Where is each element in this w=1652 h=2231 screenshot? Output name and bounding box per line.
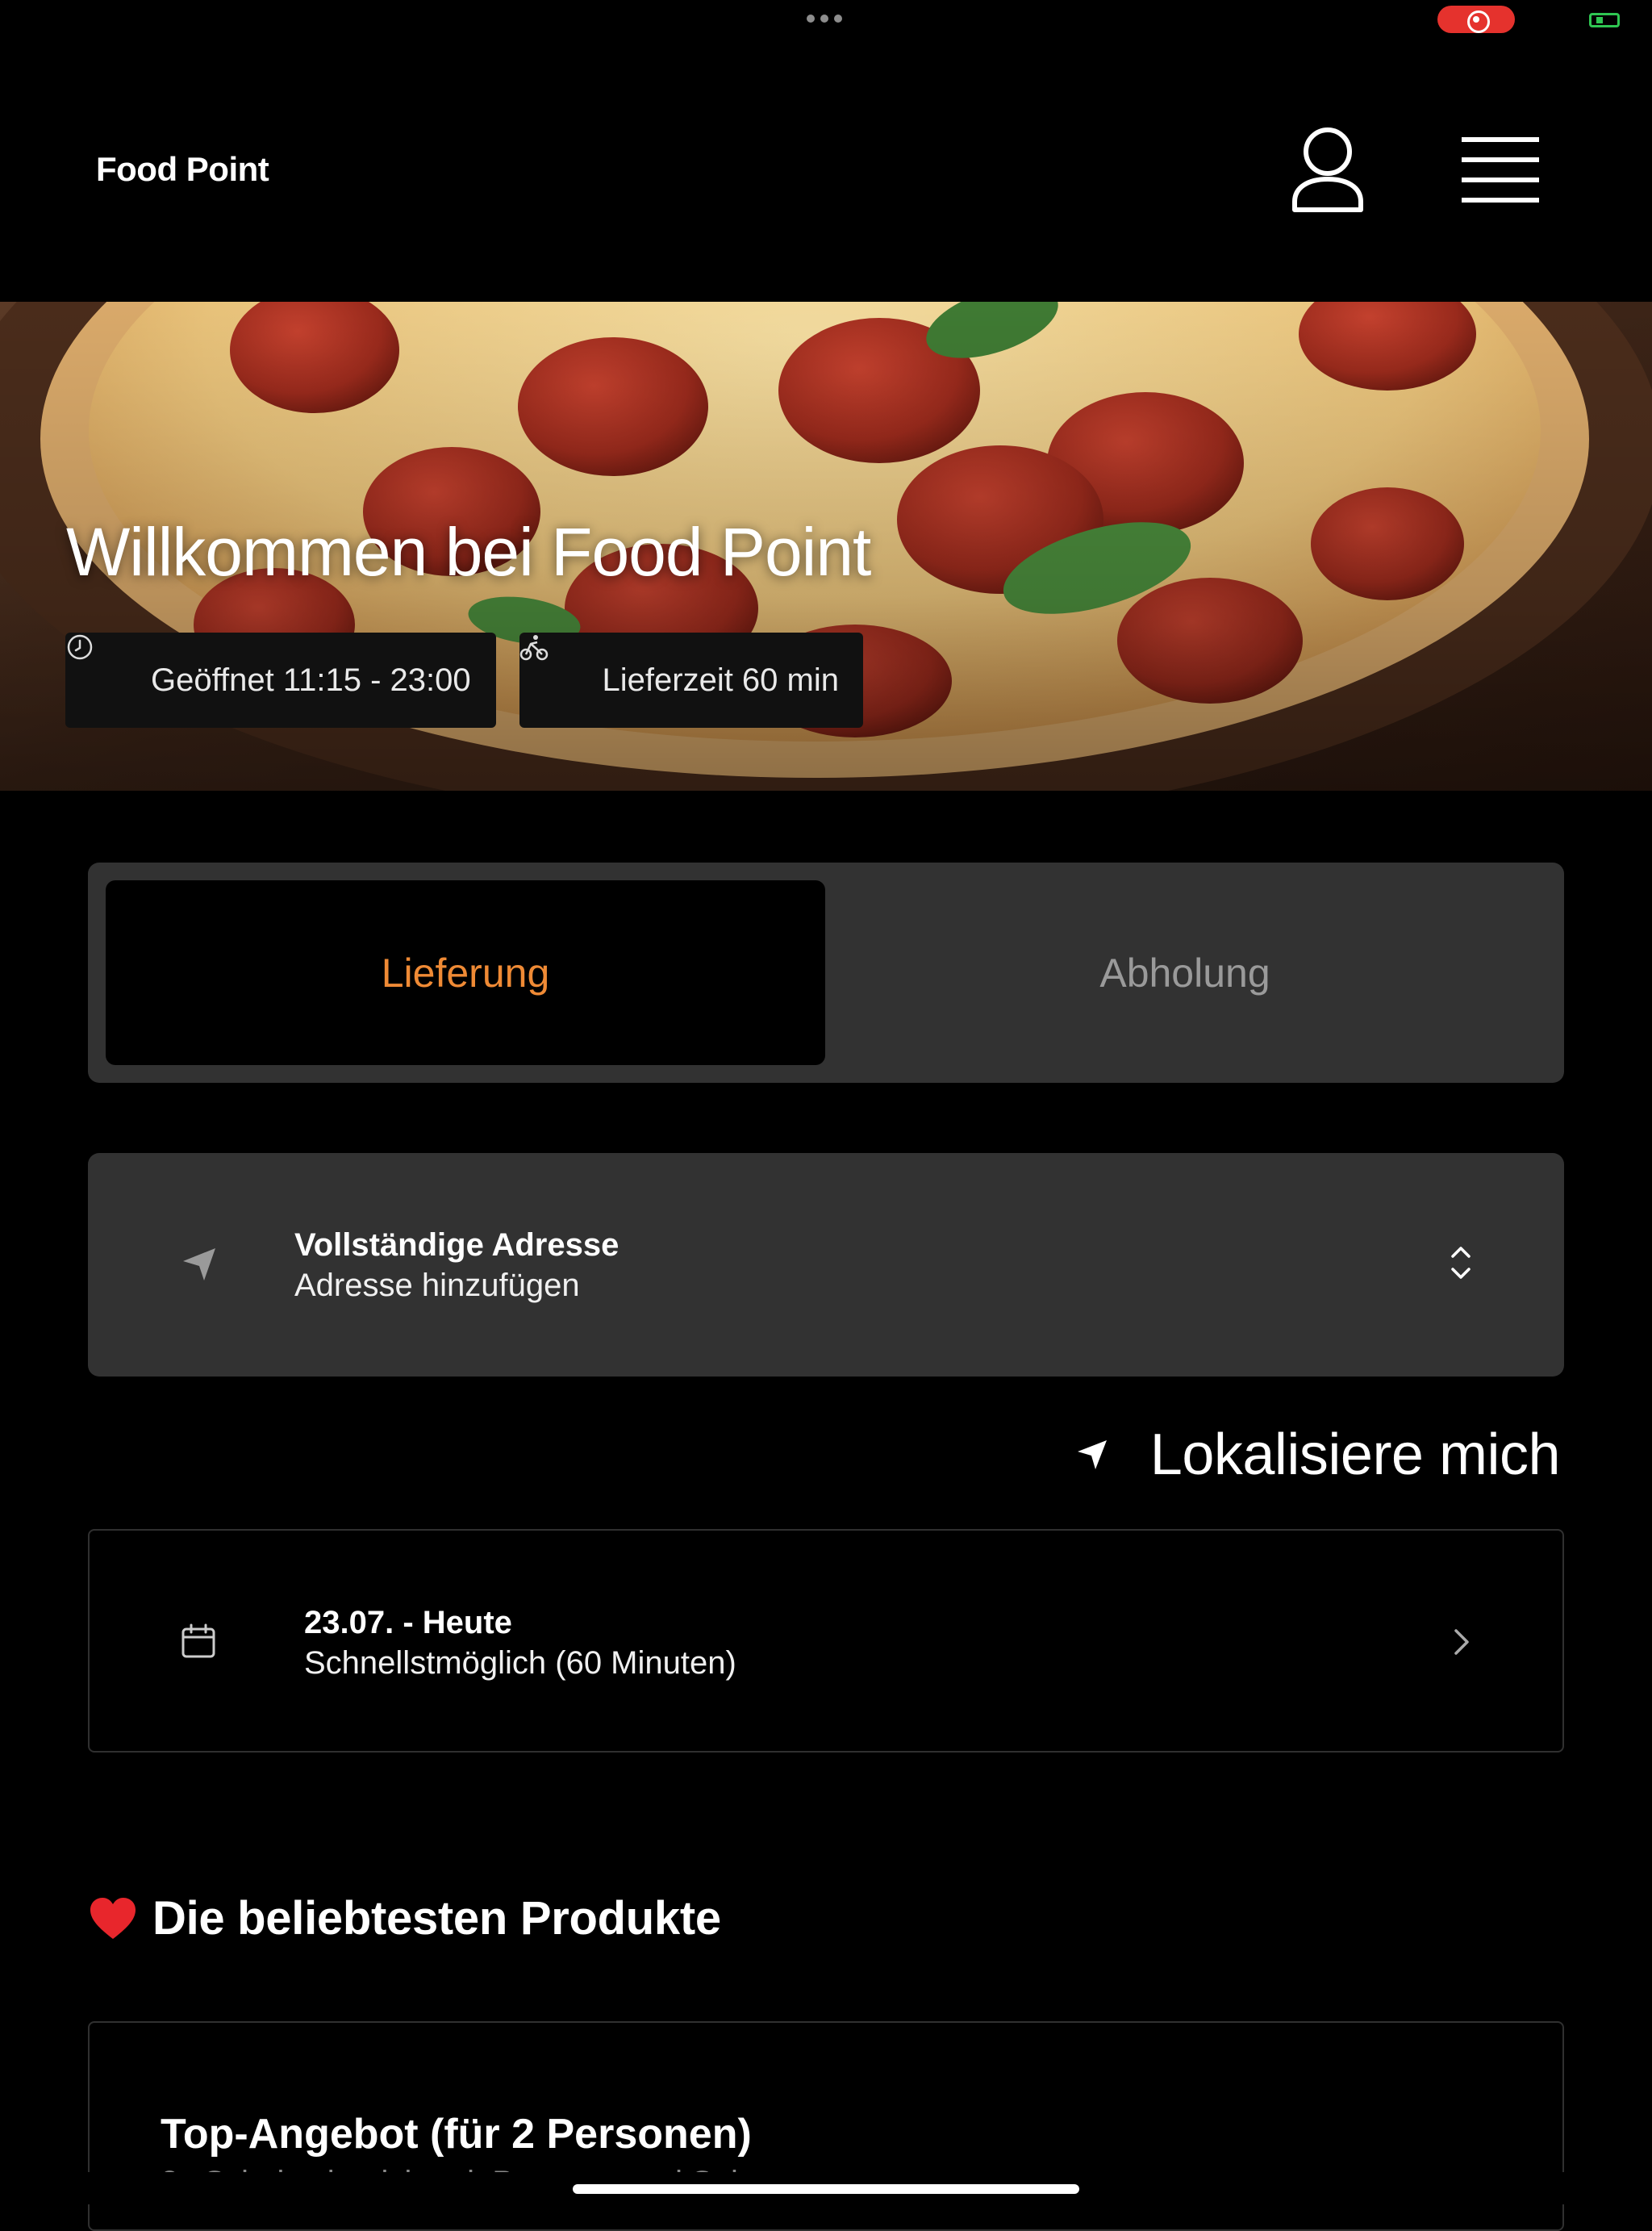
status-bar bbox=[0, 0, 1652, 39]
navigation-arrow-icon bbox=[1077, 1440, 1107, 1469]
product-name: Top-Angebot (für 2 Personen) bbox=[161, 2111, 752, 2158]
popular-products-header: Die beliebtesten Produkte bbox=[88, 1891, 721, 1945]
home-indicator[interactable] bbox=[573, 2184, 1079, 2194]
calendar-icon bbox=[181, 1623, 215, 1658]
address-title: Vollständige Adresse bbox=[294, 1227, 620, 1263]
app-brand: Food Point bbox=[96, 150, 269, 188]
hero-title: Willkommen bei Food Point bbox=[66, 514, 871, 590]
hamburger-menu-icon bbox=[1462, 137, 1539, 203]
chevron-right-icon bbox=[1454, 1629, 1469, 1655]
locate-me-label: Lokalisiere mich bbox=[1149, 1423, 1561, 1487]
delivery-time-selector[interactable]: 23.07. - Heute Schnellstmöglich (60 Minu… bbox=[88, 1529, 1564, 1753]
delivery-time-text: Lieferzeit 60 min bbox=[602, 662, 839, 698]
opening-hours-badge: Geöffnet 11:15 - 23:00 bbox=[65, 633, 496, 728]
chevron-up-down-icon bbox=[1451, 1247, 1471, 1279]
delivery-time-option: Schnellstmöglich (60 Minuten) bbox=[304, 1645, 736, 1681]
menu-button[interactable] bbox=[1460, 134, 1541, 207]
clock-icon bbox=[67, 634, 127, 695]
tab-pickup[interactable]: Abholung bbox=[825, 880, 1545, 1065]
battery-icon bbox=[1589, 13, 1620, 27]
hero-banner: Willkommen bei Food Point Geöffnet 11:15… bbox=[0, 302, 1652, 791]
screen-recording-indicator bbox=[1437, 6, 1515, 33]
address-selector[interactable]: Vollständige Adresse Adresse hinzufügen bbox=[88, 1153, 1564, 1377]
locate-me-button[interactable]: Lokalisiere mich bbox=[1074, 1422, 1561, 1488]
order-mode-toggle: Lieferung Abholung bbox=[88, 863, 1564, 1083]
multitasking-dots-icon[interactable] bbox=[807, 15, 842, 23]
profile-button[interactable] bbox=[1289, 126, 1366, 216]
heart-icon bbox=[90, 1897, 136, 1939]
navigation-arrow-icon bbox=[183, 1248, 215, 1281]
delivery-time-badge: Lieferzeit 60 min bbox=[519, 633, 863, 728]
user-icon bbox=[1292, 127, 1363, 212]
bike-icon bbox=[519, 635, 578, 695]
opening-hours-text: Geöffnet 11:15 - 23:00 bbox=[151, 662, 471, 698]
tab-delivery[interactable]: Lieferung bbox=[106, 880, 825, 1065]
address-placeholder: Adresse hinzufügen bbox=[294, 1268, 580, 1303]
section-title: Die beliebtesten Produkte bbox=[152, 1892, 721, 1945]
delivery-date: 23.07. - Heute bbox=[304, 1605, 512, 1640]
